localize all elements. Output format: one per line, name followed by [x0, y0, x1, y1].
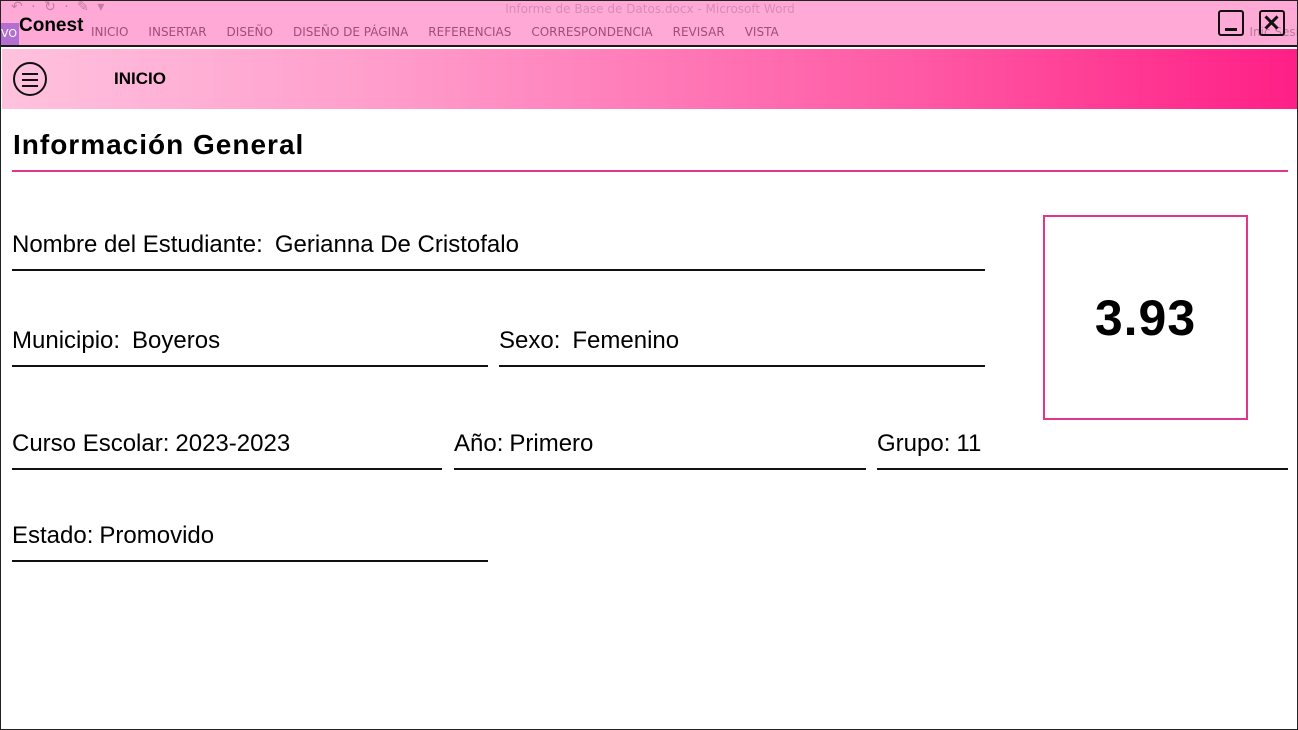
- ghost-tab: DISEÑO DE PÁGINA: [292, 25, 409, 39]
- sexo-label: Sexo:: [499, 327, 561, 354]
- sexo-value: Femenino: [572, 327, 680, 354]
- field-curso-escolar: Curso Escolar: 2023-2023: [12, 430, 442, 470]
- minimize-icon[interactable]: [1218, 10, 1244, 36]
- ghost-tab: REFERENCIAS: [428, 25, 512, 39]
- municipio-label: Municipio:: [12, 327, 121, 354]
- ghost-tab: INICIO: [91, 25, 129, 39]
- nav-bar: INICIO: [2, 49, 1297, 109]
- ghost-window-title: Informe de Base de Datos.docx - Microsof…: [505, 2, 795, 16]
- field-anio: Año: Primero: [454, 430, 866, 470]
- grupo-label: Grupo:: [877, 430, 951, 457]
- app-window: ↶ · ↻ · ✎ ▾ Informe de Base de Datos.doc…: [0, 0, 1298, 730]
- ghost-ribbon-tabs: INICIO INSERTAR DISEÑO DISEÑO DE PÁGINA …: [91, 25, 779, 39]
- close-icon[interactable]: [1259, 10, 1285, 36]
- title-divider: [12, 170, 1288, 172]
- hamburger-menu-icon[interactable]: [13, 62, 47, 96]
- app-title: Conest: [19, 15, 84, 36]
- ghost-tab: REVISAR: [672, 25, 725, 39]
- field-sexo: Sexo: Femenino: [499, 327, 985, 367]
- estado-label: Estado:: [12, 522, 94, 549]
- student-name-label: Nombre del Estudiante:: [12, 231, 263, 258]
- title-bar: ↶ · ↻ · ✎ ▾ Informe de Base de Datos.doc…: [1, 1, 1297, 47]
- municipio-value: Boyeros: [132, 327, 221, 354]
- score-box: 3.93: [1043, 215, 1248, 420]
- curso-escolar-label: Curso Escolar:: [12, 430, 170, 457]
- curso-escolar-value: 2023-2023: [175, 430, 291, 457]
- estado-value: Promovido: [99, 522, 215, 549]
- ghost-file-tab: VO: [1, 23, 19, 45]
- ghost-tab: CORRESPONDENCIA: [531, 25, 653, 39]
- nav-inicio[interactable]: INICIO: [114, 69, 166, 89]
- student-name-value: Gerianna De Cristofalo: [274, 231, 519, 258]
- page-title: Información General: [13, 129, 305, 160]
- field-student-name: Nombre del Estudiante: Gerianna De Cristo…: [12, 231, 985, 271]
- ghost-tab: DISEÑO: [226, 25, 273, 39]
- field-municipio: Municipio: Boyeros: [12, 327, 488, 367]
- field-grupo: Grupo: 11: [877, 430, 1288, 470]
- anio-value: Primero: [509, 430, 594, 457]
- score-value: 3.93: [1094, 289, 1197, 346]
- grupo-value: 11: [956, 430, 982, 457]
- ghost-tab: INSERTAR: [148, 25, 207, 39]
- field-estado: Estado: Promovido: [12, 522, 488, 562]
- ghost-tab: VISTA: [744, 25, 779, 39]
- anio-label: Año:: [454, 430, 504, 457]
